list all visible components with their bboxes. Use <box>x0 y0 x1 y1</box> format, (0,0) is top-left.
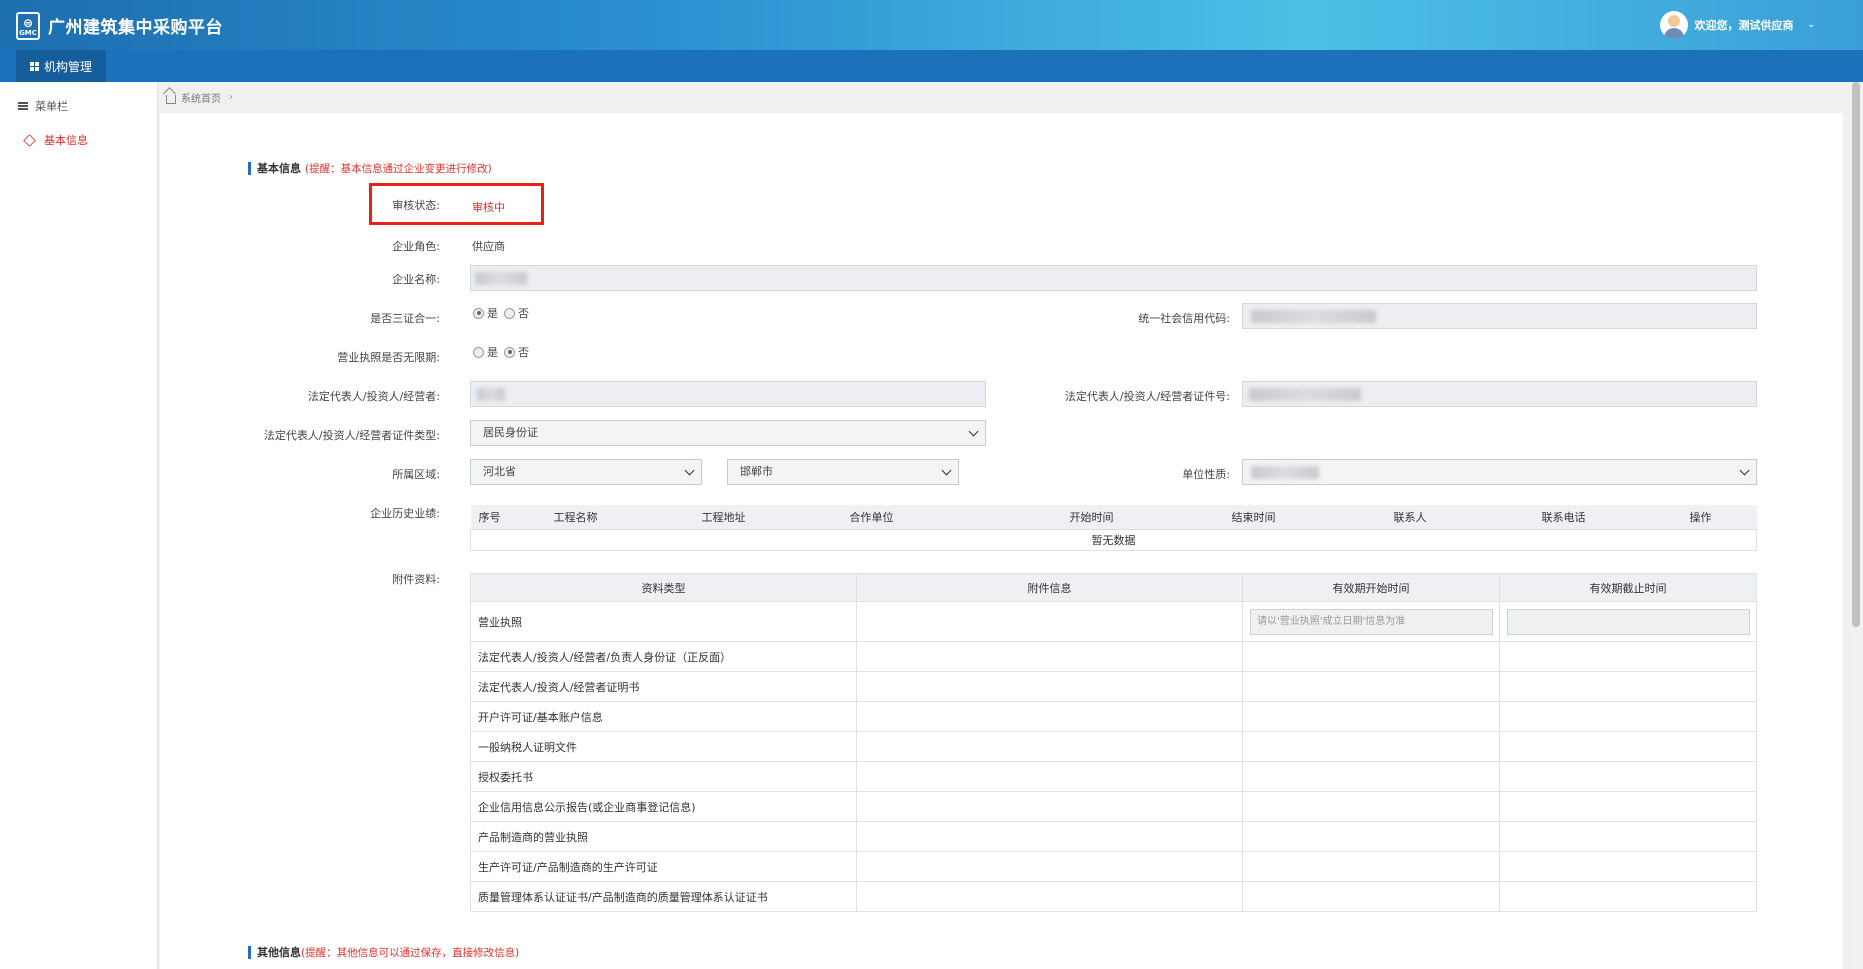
breadcrumb-home[interactable]: 系统首页 <box>181 90 221 105</box>
status-label: 审核状态: <box>392 199 440 212</box>
chevron-right-icon: › <box>229 92 233 103</box>
avatar-icon <box>1660 11 1689 39</box>
vertical-scrollbar[interactable] <box>1849 82 1863 969</box>
chevron-down-icon <box>1739 465 1750 476</box>
attachment-cell[interactable] <box>856 601 1243 642</box>
layers-icon <box>23 133 36 147</box>
nav-bar: 机构管理 <box>0 50 1863 82</box>
company-name-label: 企业名称: <box>392 273 440 286</box>
legal-rep-label: 法定代表人/投资人/经营者: <box>307 390 440 403</box>
section-hint: (提醒：其他信息可以通过保存，直接修改信息) <box>301 946 520 959</box>
radio-yes[interactable] <box>473 346 484 358</box>
main-panel: 基本信息 (提醒：基本信息通过企业变更进行修改) 审核状态: 审核中 企业角色:… <box>160 113 1843 969</box>
logo-icon: ⊜ GMC <box>16 12 40 40</box>
section-other-info: 其他信息 (提醒：其他信息可以通过保存，直接修改信息) <box>248 944 519 960</box>
table-row-empty: 暂无数据 <box>470 528 1757 551</box>
license-unlimited-label: 营业执照是否无限期: <box>337 351 440 364</box>
end-date-input[interactable] <box>1507 608 1750 635</box>
table-row: 生产许可证/产品制造商的生产许可证 <box>470 851 1757 882</box>
table-row: 授权委托书 <box>470 761 1757 792</box>
status-value: 审核中 <box>472 201 505 214</box>
id-type-label: 法定代表人/投资人/经营者证件类型: <box>263 429 440 442</box>
attachments-label: 附件资料: <box>392 573 440 586</box>
credit-code-field[interactable] <box>1242 303 1757 329</box>
sidebar-toggle[interactable]: 菜单栏 <box>18 98 68 114</box>
table-row: 一般纳税人证明文件 <box>470 731 1757 762</box>
unit-nature-select[interactable] <box>1242 459 1757 485</box>
chevron-down-icon <box>941 465 952 476</box>
attachment-cell[interactable] <box>856 821 1243 852</box>
sidebar: 菜单栏 基本信息 <box>0 82 158 969</box>
radio-yes[interactable] <box>473 307 484 319</box>
chevron-down-icon <box>684 465 695 476</box>
menu-icon <box>18 102 28 110</box>
table-row: 质量管理体系认证证书/产品制造商的质量管理体系认证证书 <box>470 881 1757 912</box>
table-header: 资料类型 附件信息 有效期开始时间 有效期截止时间 <box>470 573 1757 602</box>
table-row: 企业信用信息公示报告(或企业商事登记信息) <box>470 791 1757 822</box>
sidebar-item-basic-info[interactable]: 基本信息 <box>23 132 88 148</box>
grid-icon <box>29 61 39 71</box>
sidebar-item-label: 基本信息 <box>44 134 88 147</box>
radio-no[interactable] <box>504 307 515 319</box>
history-label: 企业历史业绩: <box>370 507 440 520</box>
empty-text: 暂无数据 <box>470 528 1757 551</box>
company-name-field[interactable] <box>470 265 1757 291</box>
province-select[interactable]: 河北省 <box>470 459 702 485</box>
home-icon <box>166 94 176 104</box>
section-title: 基本信息 <box>257 162 301 175</box>
attachment-cell[interactable] <box>856 671 1243 702</box>
welcome-text: 欢迎您，测试供应商 <box>1694 19 1794 32</box>
three-in-one-radio: 是 否 <box>473 305 535 321</box>
table-row: 开户许可证/基本账户信息 <box>470 701 1757 732</box>
id-type-select[interactable]: 居民身份证 <box>470 420 986 446</box>
scroll-thumb[interactable] <box>1852 82 1860 627</box>
region-label: 所属区域: <box>392 468 440 481</box>
legal-rep-field[interactable] <box>470 381 986 407</box>
chevron-down-icon <box>968 426 979 437</box>
table-row: 法定代表人/投资人/经营者/负责人身份证（正反面） <box>470 641 1757 672</box>
attachment-cell[interactable] <box>856 791 1243 822</box>
role-value: 供应商 <box>472 240 505 253</box>
app-title: 广州建筑集中采购平台 <box>48 18 223 38</box>
performance-table: 序号 工程名称 工程地址 合作单位 开始时间 结束时间 联系人 联系电话 操作 … <box>470 505 1757 551</box>
section-title: 其他信息 <box>257 946 301 959</box>
attachments-table: 资料类型 附件信息 有效期开始时间 有效期截止时间 营业执照 请以'营业执照'成… <box>470 573 1757 912</box>
attachment-cell[interactable] <box>856 701 1243 732</box>
attachment-cell[interactable] <box>856 641 1243 672</box>
attachment-cell[interactable] <box>856 851 1243 882</box>
section-basic-info: 基本信息 (提醒：基本信息通过企业变更进行修改) <box>248 160 492 176</box>
tab-label: 机构管理 <box>43 59 92 74</box>
unit-nature-label: 单位性质: <box>1182 468 1230 481</box>
table-row: 产品制造商的营业执照 <box>470 821 1757 852</box>
attachment-cell[interactable] <box>856 731 1243 762</box>
table-header: 序号 工程名称 工程地址 合作单位 开始时间 结束时间 联系人 联系电话 操作 <box>470 505 1757 530</box>
credit-code-label: 统一社会信用代码: <box>1138 312 1230 325</box>
city-select[interactable]: 邯郸市 <box>727 459 959 485</box>
radio-no[interactable] <box>504 346 515 358</box>
license-unlimited-radio: 是 否 <box>473 344 535 360</box>
top-header: ⊜ GMC 广州建筑集中采购平台 欢迎您，测试供应商 ⌄ <box>0 0 1863 50</box>
sidebar-header-label: 菜单栏 <box>35 100 68 113</box>
role-label: 企业角色: <box>392 240 440 253</box>
breadcrumb: 系统首页 › <box>166 90 233 105</box>
section-hint: (提醒：基本信息通过企业变更进行修改) <box>305 162 492 175</box>
user-menu[interactable]: 欢迎您，测试供应商 ⌄ <box>1660 10 1815 40</box>
legal-rep-id-label: 法定代表人/投资人/经营者证件号: <box>1064 390 1230 403</box>
three-in-one-label: 是否三证合一: <box>370 312 440 325</box>
table-row: 法定代表人/投资人/经营者证明书 <box>470 671 1757 702</box>
legal-rep-id-field[interactable] <box>1242 381 1757 407</box>
start-date-input[interactable]: 请以'营业执照'成立日期'信息为准 <box>1250 608 1493 635</box>
table-row: 营业执照 请以'营业执照'成立日期'信息为准 <box>470 601 1757 642</box>
tab-org-management[interactable]: 机构管理 <box>16 50 106 82</box>
attachment-cell[interactable] <box>856 881 1243 912</box>
attachment-cell[interactable] <box>856 761 1243 792</box>
chevron-down-icon: ⌄ <box>1807 20 1815 30</box>
